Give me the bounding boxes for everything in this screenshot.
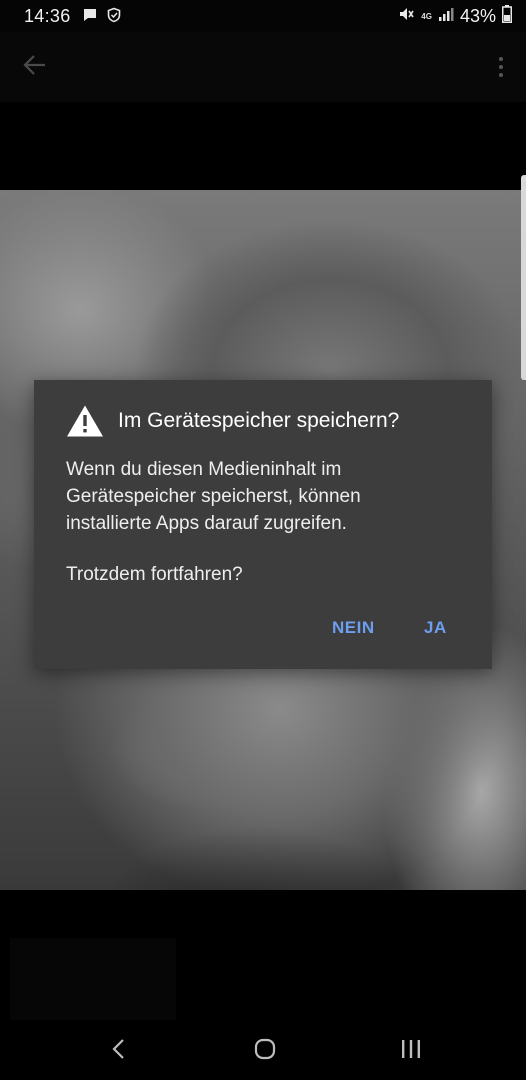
nav-recent-icon <box>400 1039 422 1064</box>
app-bar <box>0 32 526 102</box>
back-arrow-icon <box>22 52 48 83</box>
dialog-header: Im Gerätespeicher speichern? <box>66 404 399 438</box>
more-vert-icon-dot <box>499 65 503 69</box>
nav-back-icon <box>111 1038 127 1065</box>
navigation-bar <box>0 1020 526 1080</box>
message-icon <box>82 7 98 28</box>
nav-home-button[interactable] <box>248 1036 282 1066</box>
battery-icon <box>502 5 512 28</box>
status-time: 14:36 <box>24 6 71 26</box>
more-vert-icon-dot <box>499 57 503 61</box>
yes-button[interactable]: JA <box>424 618 447 638</box>
mute-icon <box>397 5 415 28</box>
back-button[interactable] <box>18 50 52 84</box>
network-type: 4G <box>421 11 432 21</box>
dialog-message-line: Gerätespeicher speicherst, können <box>66 486 361 507</box>
warning-icon <box>66 404 104 438</box>
dialog-message: Wenn du diesen Medieninhalt im Gerätespe… <box>66 456 466 537</box>
dialog-message-line: Wenn du diesen Medieninhalt im <box>66 459 342 480</box>
save-to-device-dialog: Im Gerätespeicher speichern? Wenn du die… <box>34 380 492 669</box>
more-vert-icon-dot <box>499 73 503 77</box>
status-right-icons: 4G 43% <box>397 5 512 28</box>
nav-recent-button[interactable] <box>394 1036 428 1066</box>
dialog-message-line: installierte Apps darauf zugreifen. <box>66 513 347 534</box>
more-options-button[interactable] <box>490 52 512 82</box>
dialog-question: Trotzdem fortfahren? <box>66 564 243 585</box>
scroll-handle[interactable] <box>521 175 526 380</box>
shield-icon <box>106 7 122 28</box>
bottom-thumbnail <box>10 938 176 1020</box>
no-button[interactable]: NEIN <box>332 618 375 638</box>
signal-icon <box>438 6 454 27</box>
nav-back-button[interactable] <box>102 1036 136 1066</box>
dialog-title: Im Gerätespeicher speichern? <box>118 409 400 432</box>
status-bar: 14:36 4G 43% <box>0 0 526 32</box>
status-left-icons <box>82 7 122 28</box>
battery-percent: 43% <box>459 6 496 26</box>
nav-home-icon <box>253 1037 277 1066</box>
